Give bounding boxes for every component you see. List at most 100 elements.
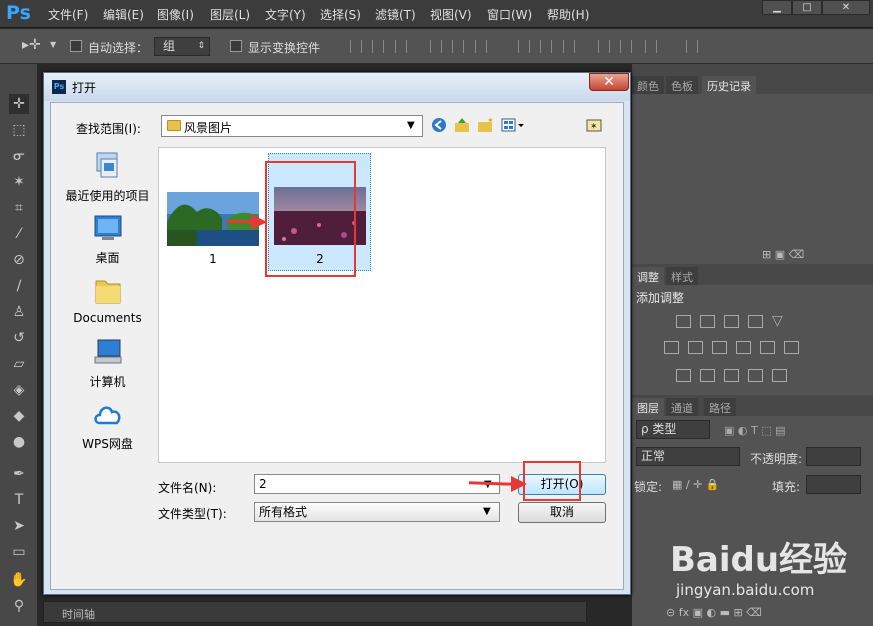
healing-brush-tool-icon[interactable]: ⊘ bbox=[9, 250, 29, 270]
color-lookup-icon[interactable] bbox=[784, 341, 799, 354]
layer-kind-filter[interactable]: ρ 类型 bbox=[636, 420, 710, 439]
lasso-tool-icon[interactable]: ᓂ bbox=[9, 146, 29, 166]
align-right-icon[interactable] bbox=[475, 40, 487, 53]
auto-align-icon[interactable] bbox=[686, 40, 698, 53]
path-selection-tool-icon[interactable]: ➤ bbox=[9, 516, 29, 536]
menu-select[interactable]: 选择(S) bbox=[320, 6, 361, 23]
align-left-icon[interactable] bbox=[430, 40, 442, 53]
channel-mixer-icon[interactable] bbox=[760, 341, 775, 354]
pen-tool-icon[interactable]: ✒ bbox=[9, 464, 29, 484]
menu-edit[interactable]: 编辑(E) bbox=[103, 6, 144, 23]
tab-paths[interactable]: 路径 bbox=[704, 398, 736, 416]
marquee-tool-icon[interactable]: ⬚ bbox=[9, 120, 29, 140]
maximize-button[interactable]: □ bbox=[792, 0, 822, 15]
distribute-hcenter-icon[interactable] bbox=[620, 40, 632, 53]
tab-history[interactable]: 历史记录 bbox=[702, 76, 756, 94]
zoom-tool-icon[interactable]: ⚲ bbox=[9, 596, 29, 616]
invert-icon[interactable] bbox=[676, 369, 691, 382]
opacity-input[interactable] bbox=[806, 447, 861, 466]
dialog-close-button[interactable]: ✕ bbox=[589, 73, 629, 91]
place-wps-cloud[interactable]: WPS网盘 bbox=[64, 399, 151, 452]
gradient-map-icon[interactable] bbox=[772, 369, 787, 382]
photo-filter-icon[interactable] bbox=[736, 341, 751, 354]
brush-tool-icon[interactable]: ∕ bbox=[9, 276, 29, 296]
posterize-icon[interactable] bbox=[700, 369, 715, 382]
levels-icon[interactable] bbox=[700, 315, 715, 328]
menu-image[interactable]: 图像(I) bbox=[157, 6, 194, 23]
tab-channels[interactable]: 通道 bbox=[666, 398, 698, 416]
tool-preset-dropdown-icon[interactable]: ▼ bbox=[50, 40, 56, 49]
exposure-icon[interactable] bbox=[748, 315, 763, 328]
align-vcenter-icon[interactable] bbox=[372, 40, 384, 53]
align-top-icon[interactable] bbox=[350, 40, 362, 53]
history-panel-footer-icons[interactable]: ⊞ ▣ ⌫ bbox=[762, 248, 804, 261]
threshold-icon[interactable] bbox=[724, 369, 739, 382]
tab-color[interactable]: 颜色 bbox=[632, 76, 664, 94]
blend-mode-select[interactable]: 正常 bbox=[636, 447, 740, 466]
cancel-button[interactable]: 取消 bbox=[518, 502, 606, 523]
eraser-tool-icon[interactable]: ▱ bbox=[9, 354, 29, 374]
tab-layers[interactable]: 图层 bbox=[632, 398, 664, 416]
place-recent[interactable]: 最近使用的项目 bbox=[64, 151, 151, 204]
dodge-tool-icon[interactable]: ● bbox=[9, 432, 29, 452]
file-type-select[interactable]: 所有格式 bbox=[254, 502, 500, 522]
distribute-vcenter-icon[interactable] bbox=[540, 40, 552, 53]
curves-icon[interactable] bbox=[724, 315, 739, 328]
layer-filter-icons[interactable]: ▣ ◐ T ⬚ ▤ bbox=[724, 424, 785, 437]
minimize-button[interactable]: ▁ bbox=[762, 0, 792, 15]
layers-footer-icons[interactable]: ⊝ fx ▣ ◐ ▬ ⊞ ⌫ bbox=[666, 606, 762, 619]
rectangle-tool-icon[interactable]: ▭ bbox=[9, 542, 29, 562]
menu-view[interactable]: 视图(V) bbox=[430, 6, 472, 23]
menu-filter[interactable]: 滤镜(T) bbox=[375, 6, 416, 23]
menu-layer[interactable]: 图层(L) bbox=[210, 6, 250, 23]
menu-help[interactable]: 帮助(H) bbox=[547, 6, 589, 23]
preview-toggle-icon[interactable]: ✶ bbox=[586, 117, 602, 133]
move-tool-icon[interactable]: ✛ bbox=[9, 94, 29, 114]
crop-tool-icon[interactable]: ⌗ bbox=[9, 198, 29, 218]
distribute-top-icon[interactable] bbox=[518, 40, 530, 53]
menu-type[interactable]: 文字(Y) bbox=[265, 6, 306, 23]
close-app-button[interactable]: ✕ bbox=[822, 0, 870, 15]
magic-wand-tool-icon[interactable]: ✶ bbox=[9, 172, 29, 192]
auto-select-checkbox[interactable] bbox=[70, 40, 82, 52]
fill-input[interactable] bbox=[806, 475, 861, 494]
look-in-select[interactable]: 风景图片 ▼ bbox=[161, 115, 423, 137]
back-icon[interactable] bbox=[431, 117, 447, 133]
view-menu-icon[interactable] bbox=[501, 117, 525, 133]
vibrance-icon[interactable]: ▽ bbox=[772, 314, 787, 328]
distribute-bottom-icon[interactable] bbox=[563, 40, 575, 53]
history-brush-tool-icon[interactable]: ↺ bbox=[9, 328, 29, 348]
distribute-right-icon[interactable] bbox=[645, 40, 657, 53]
new-folder-icon[interactable]: ✶ bbox=[477, 117, 493, 133]
up-folder-icon[interactable] bbox=[454, 117, 470, 133]
black-white-icon[interactable] bbox=[712, 341, 727, 354]
menu-window[interactable]: 窗口(W) bbox=[487, 6, 532, 23]
eyedropper-tool-icon[interactable]: ⁄ bbox=[9, 224, 29, 244]
selective-color-icon[interactable] bbox=[748, 369, 763, 382]
show-transform-checkbox[interactable] bbox=[230, 40, 242, 52]
blur-tool-icon[interactable]: ◆ bbox=[9, 406, 29, 426]
dialog-titlebar[interactable]: Ps 打开 ✕ bbox=[44, 73, 630, 101]
tab-styles[interactable]: 样式 bbox=[666, 267, 698, 285]
place-desktop[interactable]: 桌面 bbox=[64, 213, 151, 266]
place-documents[interactable]: Documents bbox=[64, 275, 151, 325]
auto-select-target-select[interactable]: 组 ⇕ bbox=[154, 37, 210, 56]
tab-swatches[interactable]: 色板 bbox=[666, 76, 698, 94]
tab-adjustments[interactable]: 调整 bbox=[632, 267, 664, 285]
file-name-input[interactable]: 2 bbox=[254, 474, 500, 494]
paint-bucket-tool-icon[interactable]: ◈ bbox=[9, 380, 29, 400]
lock-icons[interactable]: ▦ ∕ ✛ 🔒 bbox=[672, 478, 720, 491]
hand-tool-icon[interactable]: ✋ bbox=[9, 570, 29, 590]
menu-file[interactable]: 文件(F) bbox=[48, 6, 88, 23]
align-bottom-icon[interactable] bbox=[395, 40, 407, 53]
type-tool-icon[interactable]: T bbox=[9, 490, 29, 510]
clone-stamp-tool-icon[interactable]: ♙ bbox=[9, 302, 29, 322]
place-computer[interactable]: 计算机 bbox=[64, 337, 151, 390]
move-tool-icon[interactable]: ▸✛ bbox=[22, 37, 41, 53]
brightness-icon[interactable] bbox=[676, 315, 691, 328]
distribute-left-icon[interactable] bbox=[598, 40, 610, 53]
hue-saturation-icon[interactable] bbox=[664, 341, 679, 354]
color-balance-icon[interactable] bbox=[688, 341, 703, 354]
timeline-panel[interactable]: 时间轴 bbox=[43, 601, 587, 623]
file-list[interactable]: 1 2 bbox=[158, 147, 606, 463]
